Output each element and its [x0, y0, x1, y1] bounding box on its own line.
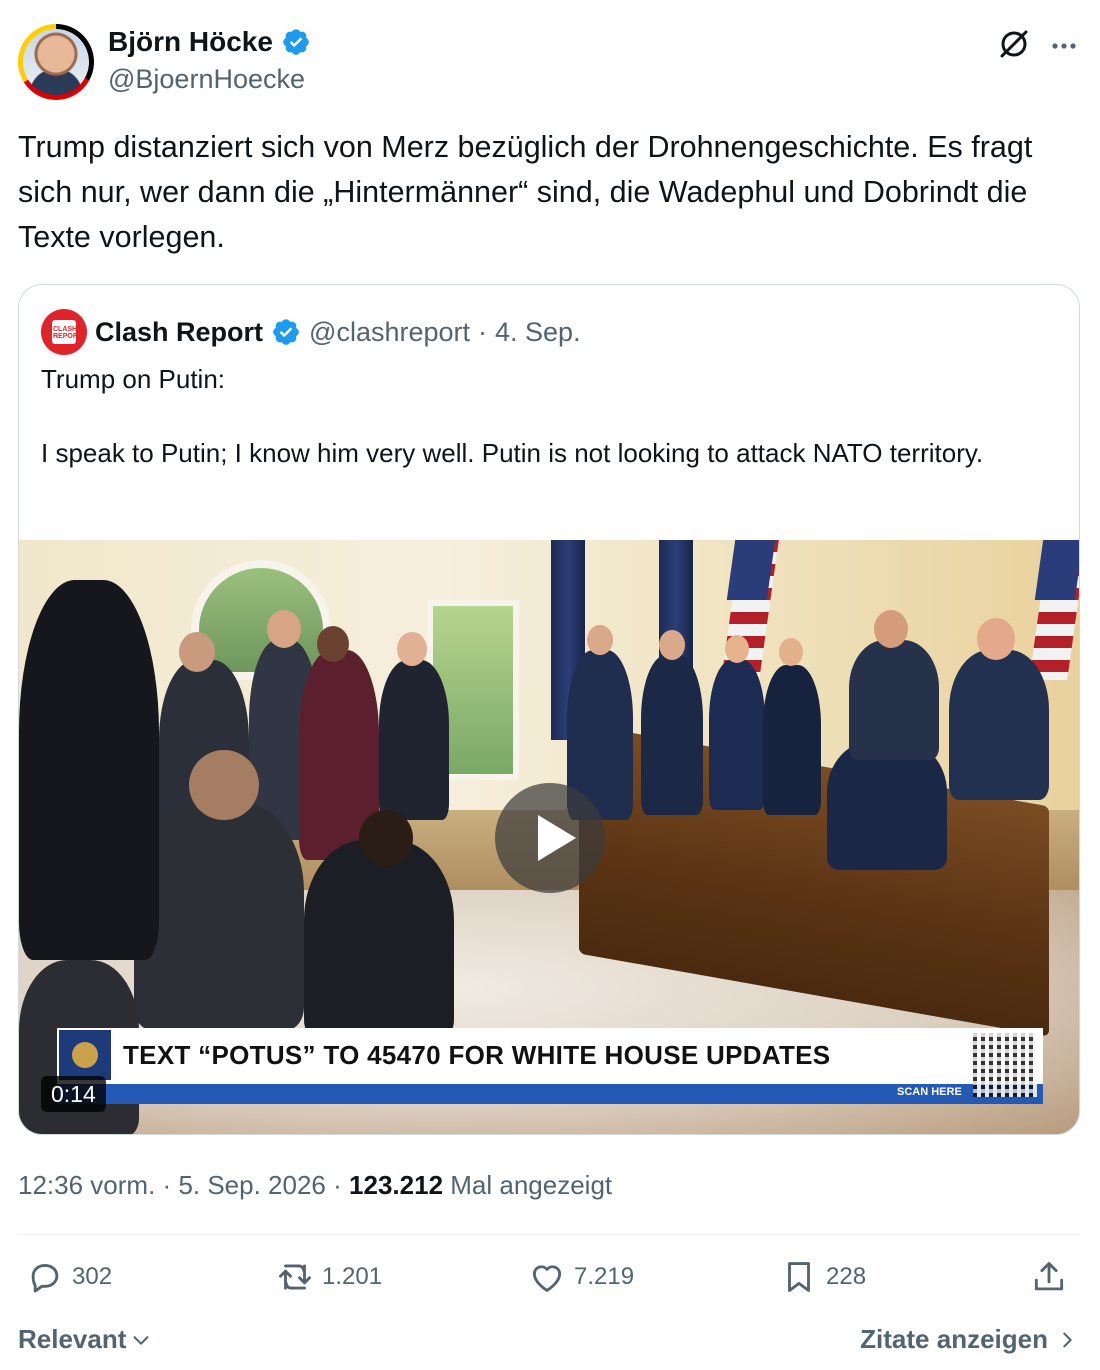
author-name[interactable]: Björn Höcke [108, 26, 273, 58]
more-icon[interactable] [1046, 28, 1082, 64]
share-icon [1034, 1262, 1064, 1291]
video-scene-person [641, 655, 703, 815]
sort-selector[interactable]: Relevant [18, 1324, 152, 1355]
author-name-row: Björn Höcke [108, 26, 311, 58]
quoted-tweet[interactable]: CLASH REPORT Clash Report @clashreport ·… [18, 284, 1080, 1135]
quote-author-name[interactable]: Clash Report [95, 317, 263, 348]
views-label: Mal angezeigt [450, 1170, 613, 1200]
tweet-time[interactable]: 12:36 vorm. [18, 1170, 155, 1200]
bookmark-button[interactable]: 228 [780, 1258, 866, 1296]
action-bar: 302 1.201 7.219 228 [18, 1258, 1080, 1302]
quote-separator: · [478, 316, 488, 347]
view-quotes-link[interactable]: Zitate anzeigen [860, 1324, 1078, 1355]
video-scene-camera-operator [19, 580, 159, 960]
reply-icon [31, 1264, 59, 1293]
grok-icon[interactable] [996, 26, 1032, 62]
video-scene-head [977, 618, 1015, 660]
bookmark-count: 228 [826, 1263, 867, 1290]
author-handle[interactable]: @BjoernHoecke [108, 64, 305, 95]
video-scene-person [134, 800, 304, 1030]
quote-avatar[interactable]: CLASH REPORT [41, 309, 87, 355]
chevron-down-icon [133, 1335, 149, 1345]
quote-date[interactable]: 4. Sep. [495, 317, 581, 348]
bookmark-icon [788, 1262, 810, 1292]
repost-count: 1.201 [322, 1263, 383, 1290]
video-scene-person [849, 640, 939, 760]
like-icon [532, 1265, 562, 1292]
views-count: 123.212 [349, 1170, 444, 1200]
video-scene-head [267, 610, 301, 648]
video-scene-head [587, 625, 613, 655]
verified-badge-icon [273, 319, 299, 345]
video-scan-text: SCAN HERE [897, 1086, 962, 1098]
tweet-text: Trump distanziert sich von Merz bezüglic… [18, 130, 1033, 254]
video-scene-head [659, 630, 685, 660]
video-scene-person [709, 660, 765, 810]
video-banner-stripe [57, 1084, 1043, 1104]
video-scene-person [304, 840, 454, 1040]
video-scene-head [779, 638, 803, 666]
reply-count: 302 [72, 1263, 113, 1290]
reply-button[interactable]: 302 [26, 1258, 112, 1296]
video-scene-head [317, 626, 349, 662]
author-avatar[interactable] [18, 24, 94, 100]
chevron-right-icon [1063, 1332, 1072, 1347]
qr-code-icon [973, 1033, 1037, 1097]
video-scene-flag [726, 540, 776, 600]
like-button[interactable]: 7.219 [528, 1258, 634, 1296]
tweet-date[interactable]: 5. Sep. 2026 [178, 1170, 325, 1200]
quote-header: CLASH REPORT Clash Report @clashreport ·… [41, 309, 581, 355]
quote-text: Trump on Putin: I speak to Putin; I know… [41, 364, 984, 468]
tweet-header: Björn Höcke @BjoernHoecke [18, 24, 1082, 104]
video-scene-person [949, 650, 1049, 800]
divider [18, 1234, 1080, 1235]
video-scene-person [763, 665, 821, 815]
tweet-meta: 12:36 vorm. · 5. Sep. 2026 · 123.212 Mal… [18, 1170, 612, 1201]
video-scene-flag [1034, 540, 1079, 600]
meta-separator: · [333, 1170, 342, 1200]
video-scene-head [725, 635, 749, 663]
seal-icon [59, 1030, 111, 1080]
video-scene-person [379, 660, 449, 820]
video-player[interactable]: TEXT “POTUS” TO 45470 FOR WHITE HOUSE UP… [19, 540, 1079, 1134]
verified-badge-icon [283, 29, 309, 55]
quote-author-handle[interactable]: @clashreport [309, 317, 470, 348]
share-button[interactable] [1030, 1258, 1068, 1296]
video-scene-head [189, 750, 259, 820]
repost-button[interactable]: 1.201 [276, 1258, 382, 1296]
video-banner-text: TEXT “POTUS” TO 45470 FOR WHITE HOUSE UP… [123, 1040, 831, 1070]
play-icon[interactable] [495, 783, 605, 893]
quote-logo-text: CLASH REPORT [53, 326, 83, 340]
video-scene-head [359, 810, 413, 866]
quotes-label: Zitate anzeigen [860, 1324, 1048, 1354]
video-duration: 0:14 [41, 1076, 106, 1112]
like-count: 7.219 [574, 1263, 635, 1290]
repost-icon [279, 1264, 311, 1290]
sort-label: Relevant [18, 1324, 127, 1354]
video-scene-head [397, 632, 427, 666]
video-scene-head [874, 610, 908, 648]
meta-separator: · [162, 1170, 172, 1200]
video-scene-head [179, 632, 215, 672]
